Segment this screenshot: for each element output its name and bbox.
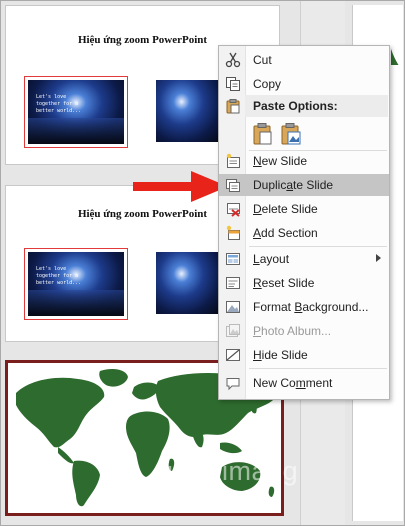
screenshot-border [0,0,405,526]
